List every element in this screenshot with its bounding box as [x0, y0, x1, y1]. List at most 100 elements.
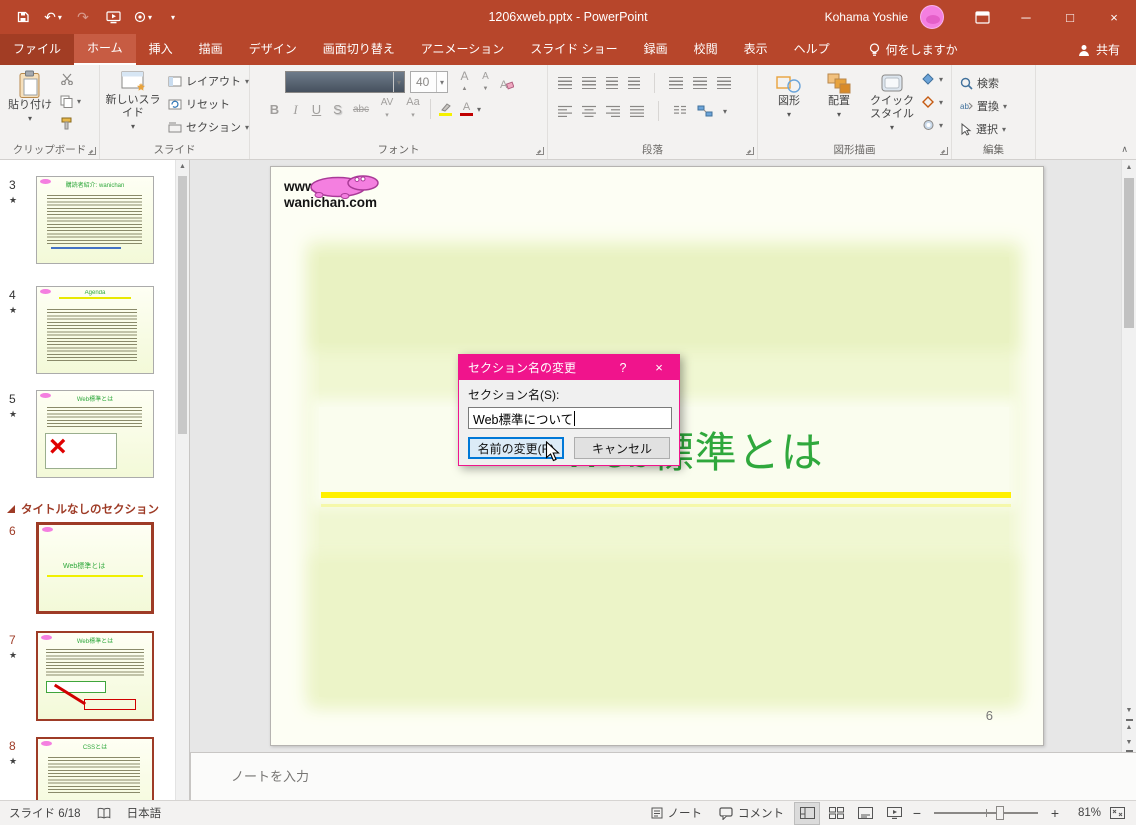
font-color-button[interactable]: A — [456, 99, 477, 119]
zoom-out-button[interactable]: − — [910, 805, 924, 821]
arrange-button[interactable]: 配置 ▾ — [816, 73, 862, 121]
notes-placeholder[interactable]: ノートを入力 — [231, 766, 309, 785]
slide-thumbnail-6[interactable]: Web標準とは — [36, 522, 154, 614]
main-scrollbar[interactable]: ▲ ▼ ▲ ▼ — [1121, 160, 1136, 752]
maximize-button[interactable]: □ — [1048, 0, 1092, 34]
minimize-button[interactable]: ─ — [1004, 0, 1048, 34]
start-from-beginning-button[interactable] — [104, 6, 122, 28]
numbering-icon[interactable] — [582, 77, 596, 89]
section-expand-icon[interactable] — [7, 505, 15, 513]
customize-qat-button[interactable]: ▾ — [164, 6, 182, 28]
comments-toggle-button[interactable]: コメント — [712, 801, 791, 825]
tab-view[interactable]: 表示 — [731, 34, 781, 65]
fit-slide-to-window-button[interactable] — [1104, 802, 1130, 825]
highlight-color-button[interactable] — [435, 99, 456, 119]
animation-star-icon[interactable]: ★ — [9, 409, 17, 420]
layout-button[interactable]: レイアウト ▾ — [168, 73, 249, 89]
input-language[interactable]: 日本語 — [127, 805, 162, 821]
align-right-icon[interactable] — [606, 105, 620, 117]
bold-button[interactable]: B — [264, 99, 285, 119]
account-avatar[interactable] — [920, 5, 944, 29]
tab-file[interactable]: ファイル — [0, 34, 74, 65]
tell-me-box[interactable]: 何をしますか — [859, 34, 968, 65]
section-name-input[interactable]: Web標準について — [468, 407, 672, 429]
thumbnail-scrollbar[interactable]: ▲ — [175, 160, 189, 800]
animation-star-icon[interactable]: ★ — [9, 195, 17, 206]
paragraph-dialog-launcher[interactable] — [746, 147, 754, 155]
scroll-up-icon[interactable]: ▲ — [176, 160, 189, 174]
character-spacing-button[interactable]: AV▾ — [374, 99, 400, 119]
line-spacing-icon[interactable] — [669, 77, 683, 89]
quick-styles-button[interactable]: クイック スタイル ▾ — [866, 73, 918, 134]
clear-formatting-button[interactable]: A — [496, 73, 517, 93]
columns-icon[interactable] — [673, 105, 687, 117]
spell-check-icon[interactable] — [97, 807, 111, 820]
shapes-button[interactable]: 図形 ▾ — [766, 73, 812, 121]
undo-button[interactable]: ↶▾ — [44, 6, 62, 28]
notes-toggle-button[interactable]: ノート — [644, 801, 710, 825]
format-painter-button[interactable] — [60, 117, 73, 130]
section-header[interactable]: タイトルなしのセクション — [7, 501, 159, 517]
dialog-help-button[interactable]: ? — [607, 355, 639, 380]
touch-mouse-mode-button[interactable]: ▾ — [134, 6, 152, 28]
new-slide-button[interactable]: 新しいスライド ▾ — [105, 70, 161, 133]
underline-button[interactable]: U — [306, 99, 327, 119]
animation-star-icon[interactable]: ★ — [9, 305, 17, 316]
slide-thumbnail-4[interactable]: Agenda — [36, 286, 154, 374]
italic-button[interactable]: I — [285, 99, 306, 119]
shape-fill-button[interactable]: ▾ — [922, 73, 943, 85]
slide-thumbnail-7[interactable]: Web標準とは — [36, 631, 154, 721]
grow-font-button[interactable]: A▲ — [454, 73, 475, 93]
cut-button[interactable] — [60, 73, 74, 85]
tab-home[interactable]: ホーム — [74, 34, 136, 65]
shape-outline-button[interactable]: ▾ — [922, 96, 943, 108]
font-name-combo[interactable]: ▾ — [285, 71, 405, 93]
convert-to-smartart-icon[interactable] — [697, 105, 713, 117]
tab-transitions[interactable]: 画面切り替え — [310, 34, 408, 65]
zoom-in-button[interactable]: + — [1048, 805, 1062, 821]
tab-slideshow[interactable]: スライド ショー — [517, 34, 630, 65]
animation-star-icon[interactable]: ★ — [9, 650, 17, 661]
reset-button[interactable]: リセット — [168, 96, 230, 112]
collapse-ribbon-button[interactable]: ∧ — [1121, 144, 1128, 155]
tab-review[interactable]: 校閲 — [681, 34, 731, 65]
paste-button[interactable]: 貼り付け ▾ — [6, 70, 54, 125]
align-left-icon[interactable] — [558, 105, 572, 117]
find-button[interactable]: 検索 — [960, 75, 999, 91]
dialog-titlebar[interactable]: セクション名の変更 ? × — [459, 355, 679, 380]
tab-record[interactable]: 録画 — [631, 34, 681, 65]
tab-insert[interactable]: 挿入 — [136, 34, 186, 65]
scrollbar-thumb[interactable] — [1124, 178, 1134, 328]
scroll-down-icon[interactable]: ▼ — [1122, 703, 1136, 718]
normal-view-button[interactable] — [794, 802, 820, 825]
copy-button[interactable]: ▾ — [60, 95, 81, 108]
align-text-icon[interactable] — [717, 77, 731, 89]
share-button[interactable]: 共有 — [1062, 34, 1136, 65]
font-dialog-launcher[interactable] — [536, 147, 544, 155]
dialog-close-button[interactable]: × — [639, 355, 679, 380]
strikethrough-button[interactable]: abc — [348, 99, 374, 119]
shape-effects-button[interactable]: ▾ — [922, 119, 943, 131]
slideshow-view-button[interactable] — [881, 802, 907, 825]
section-button[interactable]: セクション ▾ — [168, 119, 249, 135]
tab-help[interactable]: ヘルプ — [781, 34, 843, 65]
text-direction-icon[interactable] — [693, 77, 707, 89]
slide-thumbnail-5[interactable]: Web標準とは × — [36, 390, 154, 478]
select-button[interactable]: 選択 ▾ — [960, 121, 1006, 137]
change-case-button[interactable]: Aa▾ — [400, 99, 426, 119]
zoom-slider[interactable] — [934, 812, 1038, 814]
scrollbar-thumb[interactable] — [178, 176, 187, 434]
ribbon-display-options-button[interactable] — [960, 0, 1004, 34]
tab-animations[interactable]: アニメーション — [408, 34, 518, 65]
previous-slide-button[interactable]: ▲ — [1122, 719, 1136, 735]
scroll-up-icon[interactable]: ▲ — [1122, 160, 1136, 175]
replace-button[interactable]: ab 置換 ▾ — [960, 98, 1007, 114]
next-slide-button[interactable]: ▼ — [1122, 736, 1136, 752]
notes-pane[interactable]: ノートを入力 — [190, 752, 1136, 800]
reading-view-button[interactable] — [852, 802, 878, 825]
animation-star-icon[interactable]: ★ — [9, 756, 17, 767]
drawing-dialog-launcher[interactable] — [940, 147, 948, 155]
zoom-percentage[interactable]: 81% — [1065, 807, 1101, 819]
bullets-icon[interactable] — [558, 77, 572, 89]
decrease-indent-icon[interactable] — [606, 77, 618, 89]
